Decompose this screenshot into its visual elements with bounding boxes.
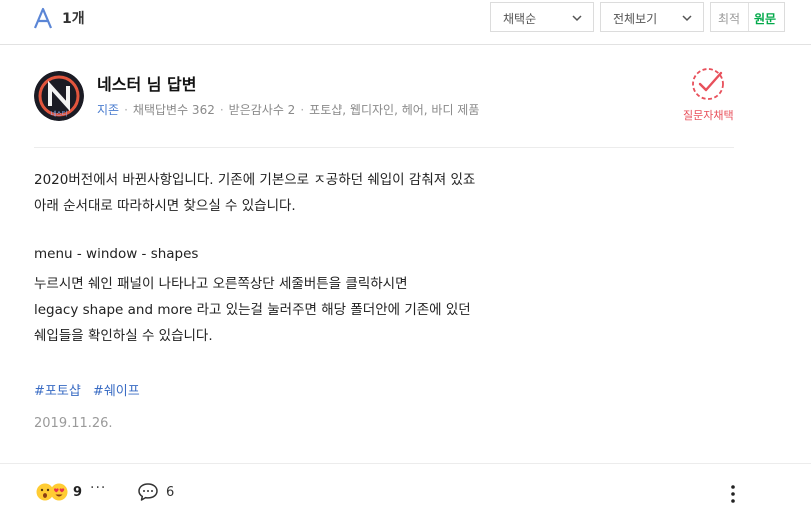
author-grade[interactable]: 지존 <box>97 103 119 117</box>
meta-separator: · <box>300 103 305 117</box>
author-name[interactable]: 네스터 님 답변 <box>97 71 196 95</box>
tag-list: #포토샵 #쉐이프 <box>34 380 148 399</box>
body-line: legacy shape and more 라고 있는걸 눌러주면 해당 폴더안… <box>34 302 471 318</box>
body-line: 아래 순서대로 따라하시면 찾으실 수 있습니다. <box>34 198 296 214</box>
check-stamp-icon <box>692 68 724 100</box>
answer-count: 1개 <box>62 11 85 27</box>
divider <box>34 147 734 148</box>
kebab-icon[interactable] <box>724 483 742 505</box>
author-meta: 지존 · 채택답변수 362 · 받은감사수 2 · 포토샵, 웹디자인, 헤어, 바디 제… <box>97 101 479 118</box>
view-select-label: 전체보기 <box>613 12 658 26</box>
answer-date: 2019.11.26. <box>34 416 113 431</box>
sort-select-label: 채택순 <box>503 12 537 26</box>
divider <box>0 463 811 464</box>
body-line: 누르시면 쉐인 패널이 나타나고 오른쪽상단 세줄버튼을 클릭하시면 <box>34 276 408 292</box>
answer-card: 네스티 네스터 님 답변 지존 · 채택답변수 362 · 받은감사수 2 · 포토샵, 웹… <box>0 45 811 514</box>
adopted-count: 채택답변수 362 <box>132 103 215 117</box>
tag-shape[interactable]: #쉐이프 <box>93 384 140 399</box>
latest-toggle[interactable]: 최적 <box>718 10 740 27</box>
reaction-count: 9 <box>73 485 83 500</box>
body-line: 쉐입들을 확인하실 수 있습니다. <box>34 328 213 344</box>
speech-bubble-icon <box>138 483 158 501</box>
adopt-label: 질문자채택 <box>683 109 734 122</box>
chevron-down-icon <box>572 15 582 22</box>
reaction-more[interactable]: ··· <box>90 480 106 496</box>
chevron-down-icon <box>682 15 692 22</box>
meta-separator: · <box>124 103 128 117</box>
answer-header-bar: 1개 채택순 전체보기 최적 원문 <box>0 0 811 45</box>
language-toggle: 최적 원문 <box>710 2 785 32</box>
toggle-divider <box>748 3 749 31</box>
adopt-stamp: 질문자채택 <box>683 65 734 125</box>
answer-a-icon <box>33 7 53 29</box>
view-select[interactable]: 전체보기 <box>600 2 704 32</box>
thanks-count: 받은감사수 2 <box>228 103 296 117</box>
body-line: menu - window - shapes <box>34 246 199 262</box>
heart-eyes-emoji-icon <box>50 483 68 501</box>
expert-fields: 포토샵, 웹디자인, 헤어, 바디 제품 <box>309 103 480 117</box>
tag-photoshop[interactable]: #포토샵 <box>34 384 81 399</box>
meta-separator: · <box>219 103 224 117</box>
avatar-logo: 네스티 <box>34 71 84 121</box>
comment-count: 6 <box>166 485 175 500</box>
body-line: 2020버전에서 바뀐사항입니다. 기존에 기본으로 ㅈ공하던 쉐입이 감춰져 … <box>34 172 476 188</box>
original-toggle[interactable]: 원문 <box>754 10 776 27</box>
sort-select[interactable]: 채택순 <box>490 2 594 32</box>
avatar[interactable]: 네스티 <box>34 71 84 121</box>
avatar-text: 네스티 <box>51 110 68 118</box>
